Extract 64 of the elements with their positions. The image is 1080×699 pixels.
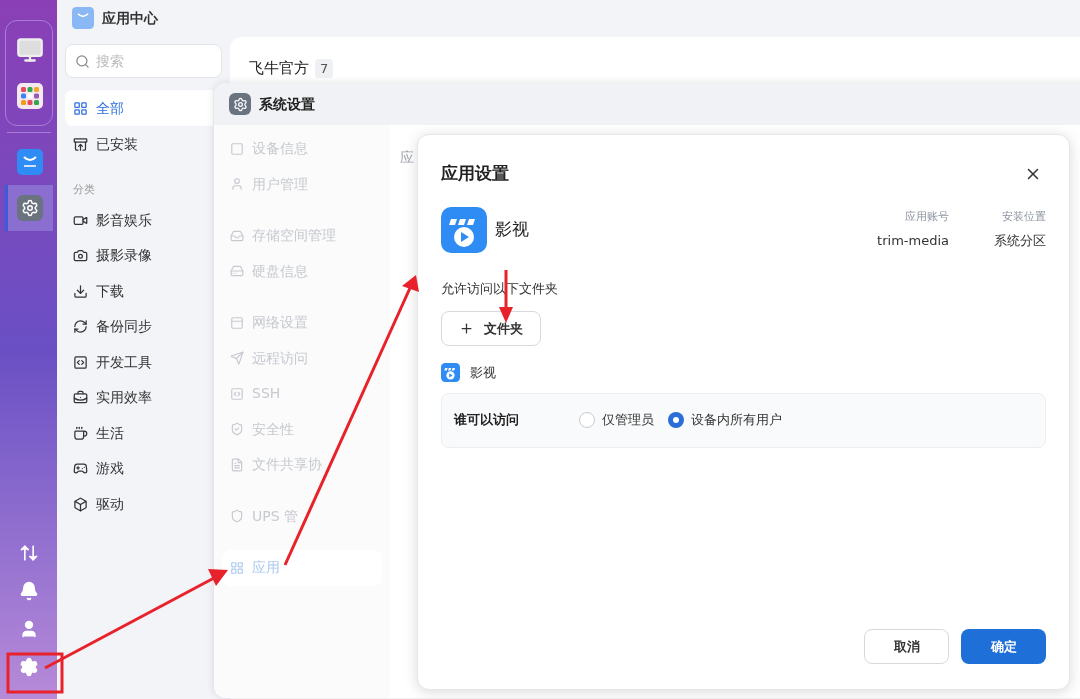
radio-option[interactable]: 设备内所有用户: [668, 410, 782, 430]
code-icon: [73, 354, 88, 370]
cup-icon: [73, 425, 88, 441]
category-item[interactable]: 影音娱乐: [65, 202, 213, 238]
meta-value: trim-media: [877, 231, 949, 250]
cancel-button[interactable]: 取消: [864, 629, 949, 664]
nav-item[interactable]: 全部: [65, 90, 213, 126]
search-field[interactable]: 搜索: [65, 44, 222, 78]
archive-icon: [73, 136, 88, 152]
category-item[interactable]: 生活: [65, 415, 213, 451]
refresh-icon: [73, 319, 88, 335]
square-icon: [230, 141, 244, 156]
download-icon: [73, 283, 88, 299]
meta-label: 应用账号: [905, 209, 949, 225]
section-title: 飞牛官方: [249, 58, 309, 79]
category-item[interactable]: 备份同步: [65, 309, 213, 345]
cube-icon: [73, 496, 88, 512]
monitor-icon[interactable]: [16, 36, 44, 64]
category-item[interactable]: 下载: [65, 273, 213, 309]
hard-drive-icon: [230, 264, 244, 279]
section-heading: 应: [400, 149, 414, 165]
category-item[interactable]: 开发工具: [65, 344, 213, 380]
folder-name: 影视: [470, 364, 496, 382]
send-icon: [230, 351, 244, 366]
inbox-icon: [230, 228, 244, 243]
settings-icon[interactable]: [18, 657, 39, 677]
grid-icon: [230, 560, 244, 575]
document-icon: [230, 457, 244, 472]
briefcase-icon: [73, 390, 88, 406]
access-label: 谁可以访问: [454, 411, 520, 430]
category-item[interactable]: 驱动: [65, 486, 213, 522]
app-grid-icon[interactable]: [17, 83, 43, 109]
media-app-icon: [441, 206, 487, 253]
panel-icon: [230, 315, 244, 330]
category-item[interactable]: 摄影录像: [65, 238, 213, 274]
window-title: 应用中心: [102, 8, 158, 28]
count-badge: 7: [315, 58, 334, 78]
user-icon: [230, 177, 244, 192]
app-name: 影视: [495, 217, 529, 241]
shield-check-icon: [230, 422, 244, 437]
category-item[interactable]: 实用效率: [65, 380, 213, 416]
meta-value: 系统分区: [994, 231, 1046, 250]
window-title: 系统设置: [259, 94, 315, 114]
app-store-icon: [72, 7, 94, 29]
bell-icon[interactable]: [18, 581, 39, 601]
confirm-button[interactable]: 确定: [961, 629, 1046, 664]
section-heading: 分类: [72, 182, 96, 198]
transfer-icon[interactable]: [18, 543, 39, 563]
dialog-title: 应用设置: [441, 162, 509, 185]
plus-icon: [459, 321, 474, 336]
search-icon: [75, 54, 90, 69]
nav-item[interactable]: 已安装: [65, 126, 213, 162]
app-store-icon[interactable]: [17, 149, 43, 175]
settings-icon[interactable]: [17, 195, 43, 221]
radio-option[interactable]: 仅管理员: [579, 410, 654, 430]
highlight-frame: [6, 652, 64, 694]
code-icon: [230, 386, 244, 401]
camera-icon: [73, 248, 88, 264]
gear-icon: [21, 199, 39, 217]
grid-icon: [73, 100, 88, 116]
shield-icon: [230, 509, 244, 524]
category-item[interactable]: 游戏: [65, 451, 213, 487]
media-app-icon: [441, 363, 460, 383]
meta-label: 安装位置: [1002, 209, 1046, 225]
